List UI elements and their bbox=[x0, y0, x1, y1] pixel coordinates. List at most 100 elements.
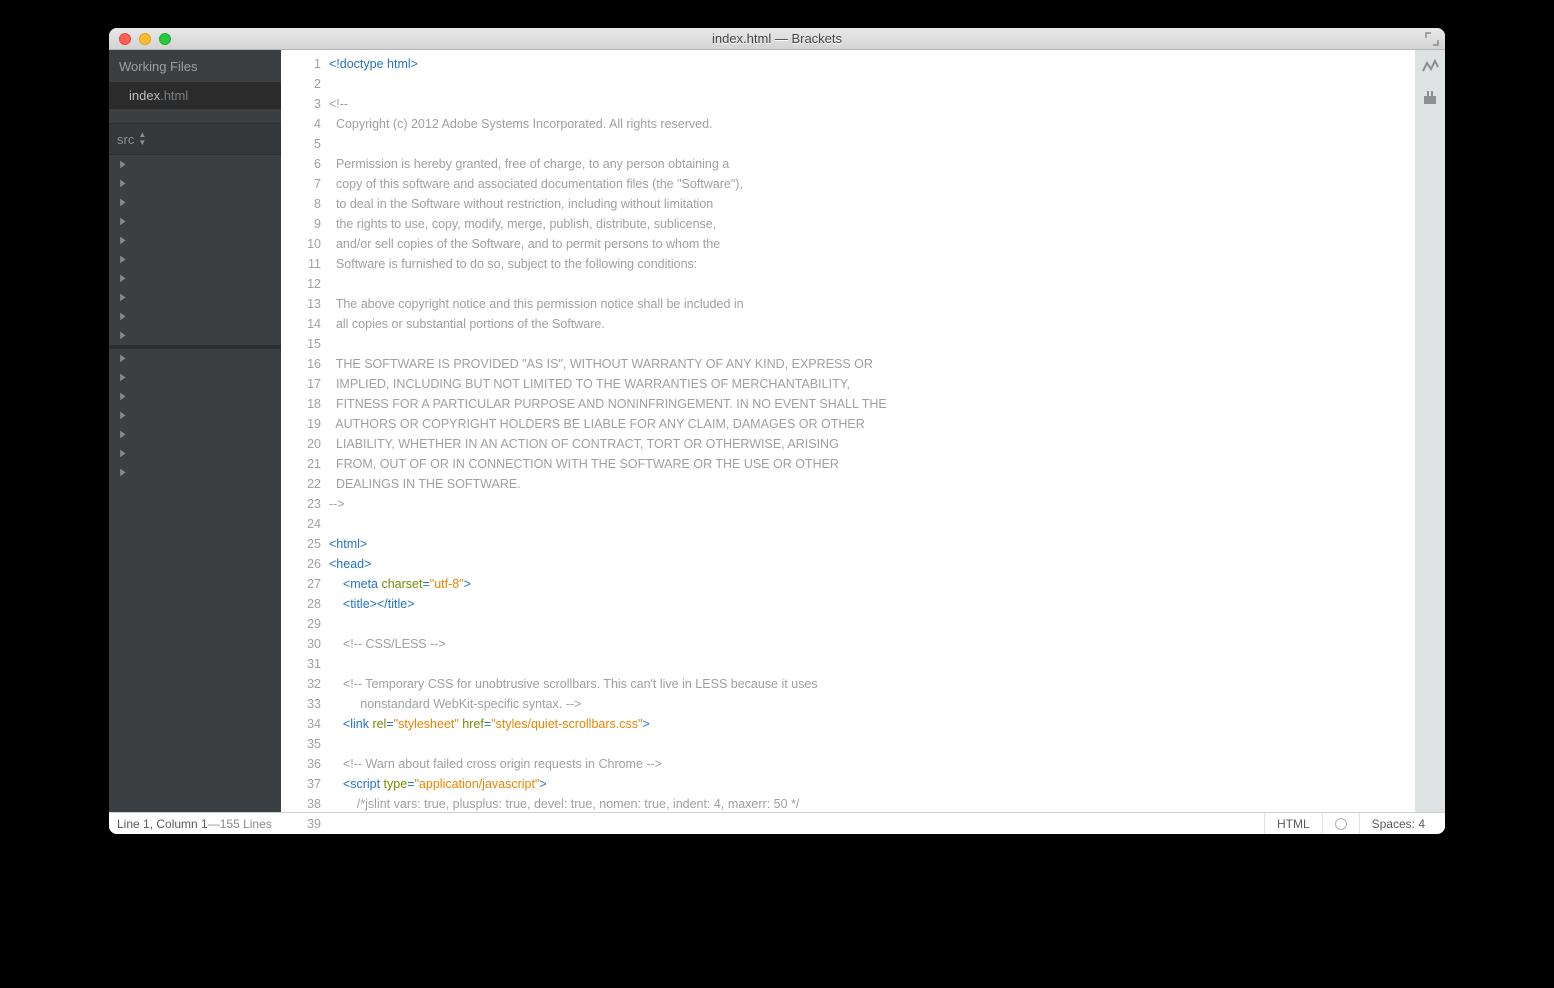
tree-item[interactable]: ▶ bbox=[109, 463, 281, 482]
line-number: 5 bbox=[281, 134, 321, 154]
tree-item[interactable]: ▶ bbox=[109, 326, 281, 345]
line-number: 13 bbox=[281, 294, 321, 314]
code-line[interactable]: Permission is hereby granted, free of ch… bbox=[329, 154, 1415, 174]
code-line[interactable]: DEALINGS IN THE SOFTWARE. bbox=[329, 474, 1415, 494]
code-line[interactable]: Software is furnished to do so, subject … bbox=[329, 254, 1415, 274]
code-line[interactable]: to deal in the Software without restrict… bbox=[329, 194, 1415, 214]
tree-item[interactable]: ▶ bbox=[109, 231, 281, 250]
code-line[interactable] bbox=[329, 654, 1415, 674]
titlebar[interactable]: index.html — Brackets bbox=[109, 28, 1445, 50]
status-right: HTML Spaces: 4 bbox=[1264, 813, 1437, 834]
line-number: 30 bbox=[281, 634, 321, 654]
disclosure-triangle-icon: ▶ bbox=[120, 391, 125, 402]
disclosure-triangle-icon: ▶ bbox=[120, 273, 125, 284]
line-number: 39 bbox=[281, 814, 321, 834]
code-line[interactable]: --> bbox=[329, 494, 1415, 514]
line-number: 12 bbox=[281, 274, 321, 294]
line-number: 19 bbox=[281, 414, 321, 434]
code-line[interactable] bbox=[329, 514, 1415, 534]
code-line[interactable]: <!doctype html> bbox=[329, 54, 1415, 74]
code-line[interactable]: all copies or substantial portions of th… bbox=[329, 314, 1415, 334]
extension-manager-icon[interactable] bbox=[1421, 88, 1439, 106]
tree-item[interactable]: ▶ bbox=[109, 155, 281, 174]
gutter: 1234567891011121314151617181920212223242… bbox=[281, 50, 329, 812]
code-line[interactable]: <link rel="stylesheet" href="styles/quie… bbox=[329, 714, 1415, 734]
tree-item[interactable]: ▶ bbox=[109, 269, 281, 288]
code-line[interactable]: FROM, OUT OF OR IN CONNECTION WITH THE S… bbox=[329, 454, 1415, 474]
code-line[interactable]: nonstandard WebKit-specific syntax. --> bbox=[329, 694, 1415, 714]
disclosure-triangle-icon: ▶ bbox=[120, 254, 125, 265]
code-line[interactable] bbox=[329, 334, 1415, 354]
editor[interactable]: 1234567891011121314151617181920212223242… bbox=[281, 50, 1415, 812]
code-line[interactable]: /*jslint vars: true, plusplus: true, dev… bbox=[329, 794, 1415, 812]
line-number: 1 bbox=[281, 54, 321, 74]
tree-item[interactable]: ▶ bbox=[109, 444, 281, 463]
code-line[interactable]: <title></title> bbox=[329, 594, 1415, 614]
live-preview-icon[interactable] bbox=[1421, 58, 1439, 76]
line-number: 17 bbox=[281, 374, 321, 394]
line-number: 25 bbox=[281, 534, 321, 554]
tree-item[interactable]: ▶ bbox=[109, 288, 281, 307]
line-number: 6 bbox=[281, 154, 321, 174]
line-number: 22 bbox=[281, 474, 321, 494]
code-line[interactable] bbox=[329, 74, 1415, 94]
tree-item[interactable]: ▶ bbox=[109, 406, 281, 425]
code-line[interactable]: The above copyright notice and this perm… bbox=[329, 294, 1415, 314]
code-line[interactable]: the rights to use, copy, modify, merge, … bbox=[329, 214, 1415, 234]
code-area[interactable]: <!doctype html> <!-- Copyright (c) 2012 … bbox=[329, 50, 1415, 812]
tree-item[interactable]: ▶ bbox=[109, 425, 281, 444]
cursor-position[interactable]: Line 1, Column 1 bbox=[117, 817, 208, 831]
code-line[interactable] bbox=[329, 134, 1415, 154]
disclosure-triangle-icon: ▶ bbox=[120, 448, 125, 459]
code-line[interactable]: <meta charset="utf-8"> bbox=[329, 574, 1415, 594]
line-number: 38 bbox=[281, 794, 321, 814]
code-line[interactable] bbox=[329, 734, 1415, 754]
code-line[interactable]: LIABILITY, WHETHER IN AN ACTION OF CONTR… bbox=[329, 434, 1415, 454]
tree-item[interactable]: ▶ bbox=[109, 212, 281, 231]
code-line[interactable]: <!-- bbox=[329, 94, 1415, 114]
tree-item[interactable]: ▶ bbox=[109, 387, 281, 406]
tree-item[interactable]: ▶ bbox=[109, 307, 281, 326]
line-count: 155 Lines bbox=[220, 817, 272, 831]
line-number: 23 bbox=[281, 494, 321, 514]
line-number: 18 bbox=[281, 394, 321, 414]
file-tree[interactable]: ▶▶▶▶▶▶▶▶▶▶▶▶▶▶▶▶▶ bbox=[109, 155, 281, 812]
code-line[interactable] bbox=[329, 614, 1415, 634]
code-line[interactable]: <!-- Warn about failed cross origin requ… bbox=[329, 754, 1415, 774]
code-line[interactable]: IMPLIED, INCLUDING BUT NOT LIMITED TO TH… bbox=[329, 374, 1415, 394]
code-line[interactable]: and/or sell copies of the Software, and … bbox=[329, 234, 1415, 254]
code-line[interactable]: THE SOFTWARE IS PROVIDED "AS IS", WITHOU… bbox=[329, 354, 1415, 374]
inspection-status-icon[interactable] bbox=[1322, 813, 1359, 834]
disclosure-triangle-icon: ▶ bbox=[120, 216, 125, 227]
tree-item[interactable]: ▶ bbox=[109, 349, 281, 368]
indent-setting[interactable]: Spaces: 4 bbox=[1359, 813, 1437, 834]
tree-item[interactable]: ▶ bbox=[109, 193, 281, 212]
code-line[interactable]: <!-- Temporary CSS for unobtrusive scrol… bbox=[329, 674, 1415, 694]
tree-item[interactable]: ▶ bbox=[109, 174, 281, 193]
disclosure-triangle-icon: ▶ bbox=[120, 292, 125, 303]
working-file-item[interactable]: index.html bbox=[109, 82, 281, 109]
code-line[interactable] bbox=[329, 274, 1415, 294]
code-line[interactable]: <html> bbox=[329, 534, 1415, 554]
line-number: 36 bbox=[281, 754, 321, 774]
window-frame: index.html — Brackets Working Files inde… bbox=[109, 28, 1445, 834]
line-number: 8 bbox=[281, 194, 321, 214]
disclosure-triangle-icon: ▶ bbox=[120, 235, 125, 246]
project-root[interactable]: src ▲▼ bbox=[109, 123, 281, 155]
line-number: 16 bbox=[281, 354, 321, 374]
code-line[interactable]: copy of this software and associated doc… bbox=[329, 174, 1415, 194]
code-line[interactable]: <!-- CSS/LESS --> bbox=[329, 634, 1415, 654]
tree-item[interactable]: ▶ bbox=[109, 250, 281, 269]
disclosure-triangle-icon: ▶ bbox=[120, 159, 125, 170]
code-line[interactable]: <head> bbox=[329, 554, 1415, 574]
language-mode[interactable]: HTML bbox=[1264, 813, 1322, 834]
tree-item[interactable]: ▶ bbox=[109, 368, 281, 387]
code-line[interactable]: Copyright (c) 2012 Adobe Systems Incorpo… bbox=[329, 114, 1415, 134]
code-line[interactable]: AUTHORS OR COPYRIGHT HOLDERS BE LIABLE F… bbox=[329, 414, 1415, 434]
code-line[interactable]: FITNESS FOR A PARTICULAR PURPOSE AND NON… bbox=[329, 394, 1415, 414]
fullscreen-icon[interactable] bbox=[1425, 32, 1439, 46]
working-files-header[interactable]: Working Files bbox=[109, 50, 281, 82]
line-number: 35 bbox=[281, 734, 321, 754]
disclosure-triangle-icon: ▶ bbox=[120, 467, 125, 478]
code-line[interactable]: <script type="application/javascript"> bbox=[329, 774, 1415, 794]
